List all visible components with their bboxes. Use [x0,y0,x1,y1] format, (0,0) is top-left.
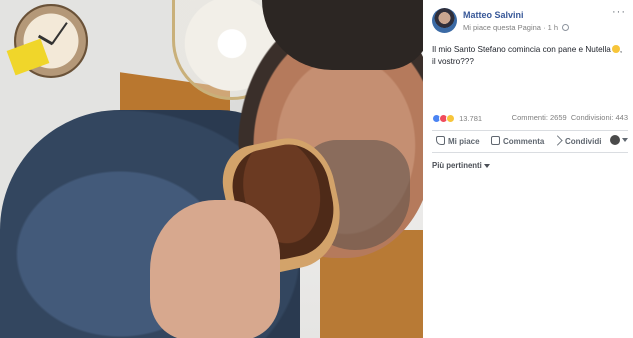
filter-caret-icon [483,163,490,168]
post-meta: Mi piace questa Pagina · 1 h [463,23,570,32]
like-label: Mi piace [448,137,480,146]
hand [150,200,280,338]
comment-filter[interactable]: Più pertinenti [432,161,490,170]
reactions-summary[interactable]: 13.781 [432,113,482,123]
like-button[interactable]: Mi piace [436,136,480,146]
action-bar: Mi piace Commenta Condividi [432,134,628,150]
reactions-count: 13.781 [459,113,483,123]
caret-down-icon [622,138,628,142]
comment-button[interactable]: Commenta [491,136,544,146]
post-time[interactable]: 1 h [548,23,558,32]
comments-count[interactable]: Commenti: 2659 [512,113,567,122]
avatar[interactable] [432,8,457,33]
post-photo[interactable] [0,0,423,338]
share-icon [552,135,563,146]
comment-label: Commenta [503,137,545,146]
filter-label: Più pertinenti [432,161,482,170]
share-button[interactable]: Condividi [552,135,602,146]
comment-icon [491,136,500,145]
post-header: Matteo Salvini Mi piace questa Pagina · … [432,7,628,36]
divider-bottom [432,152,628,153]
post-text-main: Il mio Santo Stefano comincia con pane e… [432,45,611,54]
post-side-panel: Matteo Salvini Mi piace questa Pagina · … [423,0,633,338]
mini-avatar [610,135,620,145]
shares-count[interactable]: Condivisioni: 443 [571,113,628,122]
author-name[interactable]: Matteo Salvini [463,10,524,20]
smile-emoji-icon [611,45,620,53]
profile-switch[interactable] [610,135,628,145]
like-icon [436,136,445,145]
globe-icon [562,24,570,31]
meta-separator: · [543,23,546,32]
like-page-link[interactable]: Mi piace questa Pagina [463,23,541,32]
more-icon[interactable]: ··· [612,7,626,18]
post-text: Il mio Santo Stefano comincia con pane e… [432,44,628,67]
post-stats: 13.781 Commenti: 2659 Condivisioni: 443 [432,113,628,125]
share-label: Condividi [565,137,602,146]
haha-reaction-icon [446,113,455,123]
divider-top [432,130,628,131]
engagement-counts: Commenti: 2659 Condivisioni: 443 [512,113,628,122]
